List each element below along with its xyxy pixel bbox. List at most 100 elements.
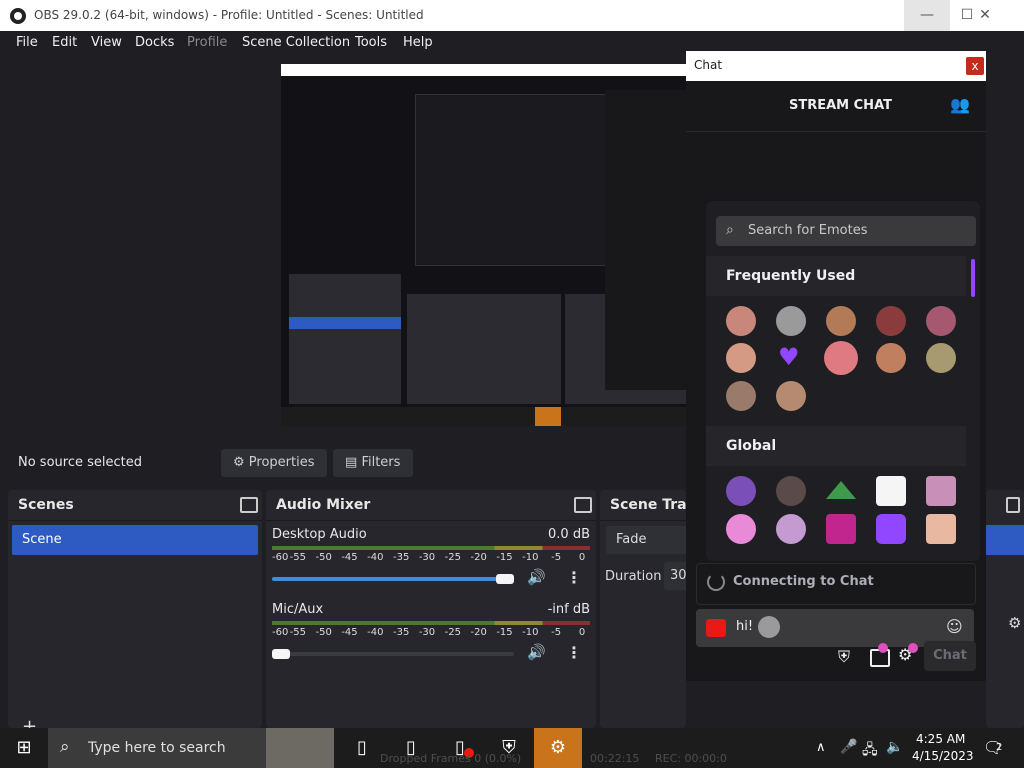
menu-docks[interactable]: Docks — [135, 35, 174, 50]
windows-start-icon[interactable]: ⊞ — [0, 728, 48, 768]
meter-scale-tick: -5 — [551, 627, 562, 638]
speaker-icon[interactable]: 🔊 — [527, 568, 546, 586]
undock-icon[interactable] — [1006, 497, 1020, 513]
global-header: Global — [706, 426, 966, 466]
scene-list-item[interactable]: Scene — [12, 525, 258, 555]
properties-button[interactable]: ⚙ Properties — [221, 449, 327, 477]
gear-icon[interactable]: ⚙ — [1008, 614, 1021, 632]
emote-icon[interactable] — [926, 476, 956, 506]
menu-edit[interactable]: Edit — [52, 35, 77, 50]
preview-taskbar — [281, 407, 686, 426]
close-button[interactable]: ✕ — [962, 0, 1008, 31]
more-options-icon[interactable]: ⋮ — [566, 643, 582, 662]
meter-scale-tick: -10 — [522, 552, 539, 563]
tent-emote-icon[interactable] — [826, 481, 856, 499]
menu-help[interactable]: Help — [403, 35, 433, 50]
chat-send-button[interactable]: Chat — [924, 641, 976, 671]
meter-scale-tick: -35 — [392, 627, 410, 638]
scene-transitions-dock: Scene Tran Fade Duration 30 — [600, 490, 686, 728]
menu-profile[interactable]: Profile — [187, 35, 227, 50]
volume-slider[interactable] — [272, 577, 514, 581]
scene-transitions-title: Scene Tran — [600, 490, 686, 521]
file-icon[interactable]: ▯ — [338, 728, 386, 768]
menu-file[interactable]: File — [16, 35, 38, 50]
audio-mixer-title: Audio Mixer — [266, 490, 596, 521]
meter-scale-tick: -20 — [470, 552, 487, 563]
emote-icon[interactable] — [776, 476, 806, 506]
preview-chat-capture — [605, 90, 686, 390]
emote-icon[interactable] — [826, 306, 856, 336]
meter-scale-tick: -25 — [444, 627, 461, 638]
emote-icon[interactable] — [776, 514, 806, 544]
settings-gear-icon[interactable]: ⚙ — [534, 728, 582, 768]
badge-dot — [908, 643, 918, 653]
meter-scale-tick: -30 — [418, 552, 436, 563]
clock-date[interactable]: 4/15/2023 — [912, 749, 974, 763]
preview-scene-row — [289, 317, 401, 329]
preview-titlebar — [281, 64, 686, 76]
speaker-icon[interactable]: 🔊 — [527, 643, 546, 661]
channel-name: Desktop Audio — [272, 527, 367, 542]
emote-icon[interactable] — [926, 514, 956, 544]
notifications-count: 2 — [996, 742, 1003, 753]
emote-icon[interactable] — [926, 343, 956, 373]
volume-slider-handle[interactable] — [496, 574, 514, 584]
purple-heart-emote-icon[interactable]: ♥ — [778, 343, 800, 371]
emote-icon[interactable] — [824, 341, 858, 375]
meter-scale-tick: 0 — [578, 627, 586, 638]
menu-view[interactable]: View — [91, 35, 122, 50]
controls-dock-edge: ⚙ — [986, 490, 1024, 728]
search-icon: ⌕ — [726, 222, 734, 238]
undock-icon[interactable] — [574, 497, 592, 513]
emote-icon[interactable] — [726, 381, 756, 411]
chat-window-title: Chat — [694, 58, 723, 72]
chat-close-button[interactable]: x — [966, 57, 984, 75]
emote-icon[interactable] — [876, 343, 906, 373]
gear-icon: ⚙ — [233, 455, 245, 470]
search-highlight-image — [266, 728, 334, 768]
emote-icon[interactable] — [776, 381, 806, 411]
emote-icon[interactable] — [726, 476, 756, 506]
emote-icon[interactable] — [876, 476, 906, 506]
emote-icon[interactable] — [726, 343, 756, 373]
meter-scale-tick: -25 — [444, 552, 461, 563]
properties-label: Properties — [248, 455, 315, 470]
menu-tools[interactable]: Tools — [355, 35, 387, 50]
preview-canvas[interactable] — [281, 64, 686, 426]
emote-icon[interactable] — [726, 514, 756, 544]
chat-bubble-emote-icon[interactable] — [876, 514, 906, 544]
volume-slider-handle[interactable] — [272, 649, 290, 659]
users-icon[interactable]: 👥 — [950, 95, 970, 114]
preview-scenes-dock — [289, 274, 401, 404]
chevron-up-icon[interactable]: ∧ — [816, 740, 826, 755]
emote-icon[interactable] — [776, 306, 806, 336]
filters-icon: ▤ — [345, 455, 358, 470]
volume-slider[interactable] — [272, 652, 514, 656]
network-icon[interactable]: 🖧 — [862, 739, 878, 763]
emote-icon[interactable] — [876, 306, 906, 336]
meter-scale-tick: -15 — [496, 552, 513, 563]
volume-icon[interactable]: 🔈 — [886, 739, 903, 755]
emote-scrollbar[interactable] — [971, 259, 975, 297]
emote-icon[interactable] — [826, 514, 856, 544]
emote-search-input[interactable]: ⌕ Search for Emotes — [716, 216, 976, 246]
more-options-icon[interactable]: ⋮ — [566, 568, 582, 587]
emote-icon[interactable] — [926, 306, 956, 336]
emoji-picker-icon[interactable]: ☺ — [946, 617, 963, 636]
microphone-icon[interactable]: 🎤 — [840, 739, 857, 755]
hidden-rec-timer: REC: 00:00:0 — [655, 752, 727, 765]
clock-time[interactable]: 4:25 AM — [916, 732, 965, 746]
badge-dot — [878, 643, 888, 653]
emote-icon[interactable] — [726, 306, 756, 336]
taskbar-search[interactable]: ⌕ Type here to search — [48, 728, 334, 768]
filters-button[interactable]: ▤ Filters — [333, 449, 413, 477]
connecting-status: Connecting to Chat — [733, 574, 874, 589]
meter-scale-tick: -50 — [315, 627, 332, 638]
transition-select[interactable]: Fade — [606, 526, 686, 554]
title-bar: OBS 29.0.2 (64-bit, windows) - Profile: … — [0, 0, 1024, 31]
undock-icon[interactable] — [240, 497, 258, 513]
shield-icon[interactable]: ⛨ — [838, 647, 850, 667]
preview-obs-taskbar-icon — [535, 407, 561, 426]
menu-scene-collection[interactable]: Scene Collection — [242, 35, 350, 50]
duration-input[interactable]: 30 — [664, 562, 686, 590]
